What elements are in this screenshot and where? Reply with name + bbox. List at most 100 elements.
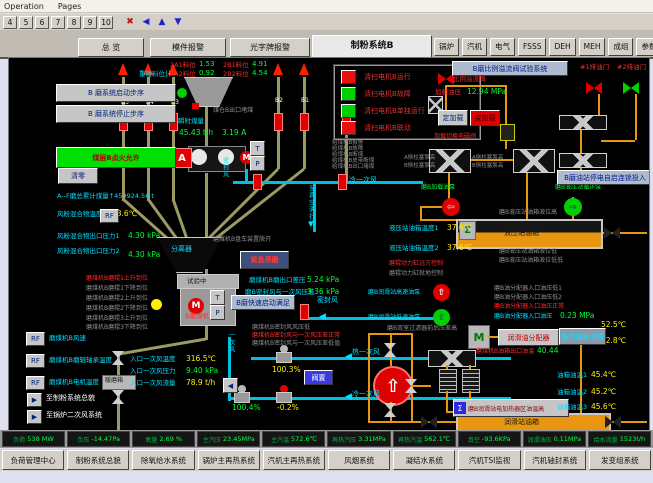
tab-汽机[interactable]: 汽机 [462, 38, 487, 56]
tab-MEH[interactable]: MEH [579, 38, 606, 56]
hot-pa-damper-icon[interactable] [276, 345, 292, 363]
ignition-permit-button[interactable]: 煤层B点火允许 [56, 147, 176, 168]
nav-制粉系统总貌[interactable]: 制粉系统总貌 [67, 450, 129, 470]
nav-汽机TSI监视[interactable]: 汽机TSI监视 [458, 450, 520, 470]
lube-tank-valve-icon[interactable] [421, 416, 437, 428]
tab-FSSS[interactable]: FSSS [518, 38, 546, 56]
stop-sequence-button[interactable]: B 磨系统停止步序 [56, 105, 176, 123]
nav-锅炉主再热系统[interactable]: 锅炉主再热系统 [198, 450, 260, 470]
coal-valve-b2-icon[interactable] [274, 113, 283, 131]
tab-DEH[interactable]: DEH [549, 38, 575, 56]
tab-成组[interactable]: 成组 [608, 38, 633, 56]
loading-solenoid-group-a[interactable] [429, 149, 471, 173]
oil-dist-inlet-press-value: 0.23 MPa [560, 312, 594, 320]
page-button[interactable]: 4 [3, 16, 17, 29]
nav-风烟系统[interactable]: 风烟系统 [328, 450, 390, 470]
oil-distributor-button[interactable]: 润滑油分配器 [498, 329, 559, 346]
mill-motor-temp-label: 磨煤机B电机温度 [49, 379, 99, 386]
loading-oil-pump[interactable]: ⇦ [442, 198, 460, 216]
cold-pa-valve-icon[interactable] [338, 174, 347, 190]
nav-负荷管理中心[interactable]: 负荷管理中心 [2, 450, 64, 470]
lube-low-speed-pump[interactable]: ⇧ [433, 309, 450, 326]
rf-bearing-temp-button[interactable]: RF [26, 354, 45, 368]
tab-pulverizing-b[interactable]: 制粉系统B [312, 35, 432, 58]
drain-solenoid-icon[interactable] [559, 153, 607, 168]
mill-t-button[interactable]: T [210, 290, 225, 305]
status-label: 主汽压 [203, 435, 221, 444]
pa-nav-button[interactable]: ◀ [223, 378, 238, 393]
tab-锅炉[interactable]: 锅炉 [434, 38, 459, 56]
cold-pa-damper2-icon[interactable] [276, 385, 292, 403]
constant-load-button[interactable]: 定加载 [438, 110, 468, 126]
tank-outlet-valve-icon[interactable] [604, 227, 620, 239]
hyd-tank-temp1-label: 液压站油箱温度1 [389, 225, 439, 232]
lube-gate-valve-icon[interactable] [405, 379, 417, 393]
goto-pulverizing-overview-button[interactable]: ▶ [27, 393, 42, 407]
thrust-bearing-tank-button[interactable]: 推力轴承油槽 [559, 328, 606, 345]
page-button[interactable]: 8 [67, 16, 81, 29]
circulation-oil-pump[interactable]: ⇨ [564, 198, 582, 216]
instant-coal-flow-label: 瞬时煤量 [178, 118, 204, 125]
lube-tank-valve-icon[interactable] [605, 416, 621, 428]
emergency-stop-button[interactable]: 紧急停磨 [240, 251, 289, 269]
page-button[interactable]: 7 [51, 16, 65, 29]
clear-button[interactable]: 清零 [58, 168, 98, 184]
drain-solenoid-icon[interactable] [559, 115, 607, 130]
lube-gate-valve-icon[interactable] [384, 343, 396, 357]
tab-annunciator-alarm[interactable]: 光字牌报警 [230, 38, 310, 57]
plunger-pump-a2-label: A侧柱塞泵高 [472, 155, 503, 161]
feeder-p-button[interactable]: P [250, 156, 265, 171]
quick-start-ready-button[interactable]: B磨快速启动满足 [231, 295, 295, 310]
nav-除氧给水系统[interactable]: 除氧给水系统 [132, 450, 194, 470]
lube-motor-box[interactable]: M [468, 325, 490, 349]
drain-valve-1-icon[interactable] [586, 82, 602, 94]
back-icon[interactable]: ◀ [139, 16, 153, 28]
up-icon[interactable]: ▲ [155, 16, 169, 28]
station-power-interlock-button[interactable]: B磨油站停电自启连锁投入 [557, 170, 650, 185]
nav-凝结水系统[interactable]: 凝结水系统 [393, 450, 455, 470]
feeder-t-button[interactable]: T [250, 141, 265, 156]
seal-air-valve-icon[interactable] [300, 304, 309, 320]
prop-valve-test-button[interactable]: B磨比例溢流阀试验系统 [452, 61, 568, 76]
nav-汽机主再热系统[interactable]: 汽机主再热系统 [263, 450, 325, 470]
burner-flame-icon [273, 63, 283, 75]
page-button[interactable]: 9 [83, 16, 97, 29]
tab-参数一览[interactable]: 参数一览 [636, 38, 653, 56]
loading-solenoid-group-b[interactable] [513, 149, 555, 173]
down-icon[interactable]: ▼ [171, 16, 185, 28]
feeder-current-value: 3.19 A [222, 129, 246, 137]
goto-secondary-air-button[interactable]: ▶ [27, 410, 42, 424]
start-sequence-button[interactable]: B 磨系统启动步序 [56, 84, 176, 102]
lube-high-speed-pump[interactable]: ⇧ [433, 284, 450, 301]
pa-gate-valve-icon[interactable] [112, 390, 124, 404]
page-button[interactable]: 10 [99, 16, 113, 29]
lube-gate-valve-icon[interactable] [384, 403, 396, 417]
heater-alarm-button[interactable]: Σ 磨B润滑站电加热器区油温高 [453, 399, 569, 417]
cold-pa-damper1-value: 100.4% [232, 404, 261, 412]
rf-motor-temp-button[interactable]: RF [26, 376, 45, 390]
drain-valve-2-icon[interactable] [623, 82, 639, 94]
delete-icon[interactable]: ✖ [123, 16, 137, 28]
menu-pages[interactable]: Pages [58, 2, 82, 11]
tab-电气[interactable]: 电气 [490, 38, 515, 56]
page-button[interactable]: 5 [19, 16, 33, 29]
lube-tank-temp3-value: 45.6℃ [591, 403, 616, 411]
oil-pipe [368, 333, 370, 423]
nav-发变组系统[interactable]: 发变组系统 [589, 450, 651, 470]
coal-valve-b1-icon[interactable] [300, 113, 309, 131]
mill-p-button[interactable]: P [210, 305, 225, 320]
tab-module-alarm[interactable]: 模件报警 [150, 38, 226, 57]
seal-air-valve-icon[interactable] [253, 174, 262, 190]
rf-mix-temp-button[interactable]: RF [100, 209, 119, 223]
damper-set-button[interactable]: 阀置 [304, 370, 333, 385]
rf-air-speed-button[interactable]: RF [26, 332, 45, 346]
page-button[interactable]: 6 [35, 16, 49, 29]
nav-汽机轴封系统[interactable]: 汽机轴封系统 [524, 450, 586, 470]
variable-load-button[interactable]: 变加载 [470, 110, 500, 126]
pa-gate-valve-icon[interactable] [112, 351, 124, 365]
silo-alarm-light [192, 103, 199, 109]
menu-operation[interactable]: Operation [4, 2, 44, 11]
seal-pa-dp-lowval-label: 磨煤机B密封风与一次风压差低值 [252, 341, 340, 348]
bunker-2a1-label: 2A1料位 [170, 62, 196, 69]
tab-overview[interactable]: 总 览 [78, 38, 144, 57]
